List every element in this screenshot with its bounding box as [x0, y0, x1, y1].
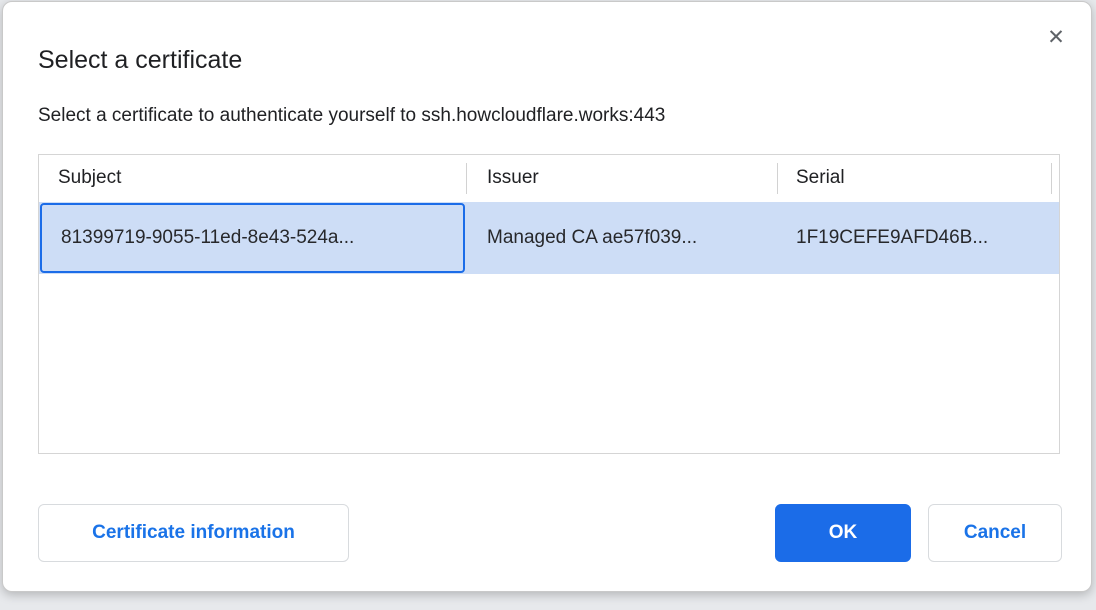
- column-divider: [777, 163, 778, 194]
- column-divider: [466, 163, 467, 194]
- column-header-subject[interactable]: Subject: [58, 167, 121, 189]
- certificate-table: Subject Issuer Serial 81399719-9055-11ed…: [38, 154, 1060, 454]
- dialog-subtitle: Select a certificate to authenticate you…: [38, 105, 665, 127]
- table-header: Subject Issuer Serial: [39, 155, 1059, 202]
- column-header-serial[interactable]: Serial: [796, 167, 845, 189]
- cell-issuer[interactable]: Managed CA ae57f039...: [487, 202, 777, 274]
- cell-serial[interactable]: 1F19CEFE9AFD46B...: [796, 202, 1051, 274]
- cancel-button[interactable]: Cancel: [928, 504, 1062, 562]
- certificate-information-button[interactable]: Certificate information: [38, 504, 349, 562]
- column-header-issuer[interactable]: Issuer: [487, 167, 539, 189]
- ok-button[interactable]: OK: [775, 504, 911, 562]
- column-divider: [1051, 163, 1052, 194]
- table-row-certificate[interactable]: 81399719-9055-11ed-8e43-524a... Managed …: [39, 202, 1059, 274]
- cell-subject[interactable]: 81399719-9055-11ed-8e43-524a...: [40, 203, 465, 273]
- dialog-title: Select a certificate: [38, 46, 242, 75]
- close-icon[interactable]: ✕: [1041, 22, 1071, 52]
- certificate-select-dialog: ✕ Select a certificate Select a certific…: [2, 1, 1092, 592]
